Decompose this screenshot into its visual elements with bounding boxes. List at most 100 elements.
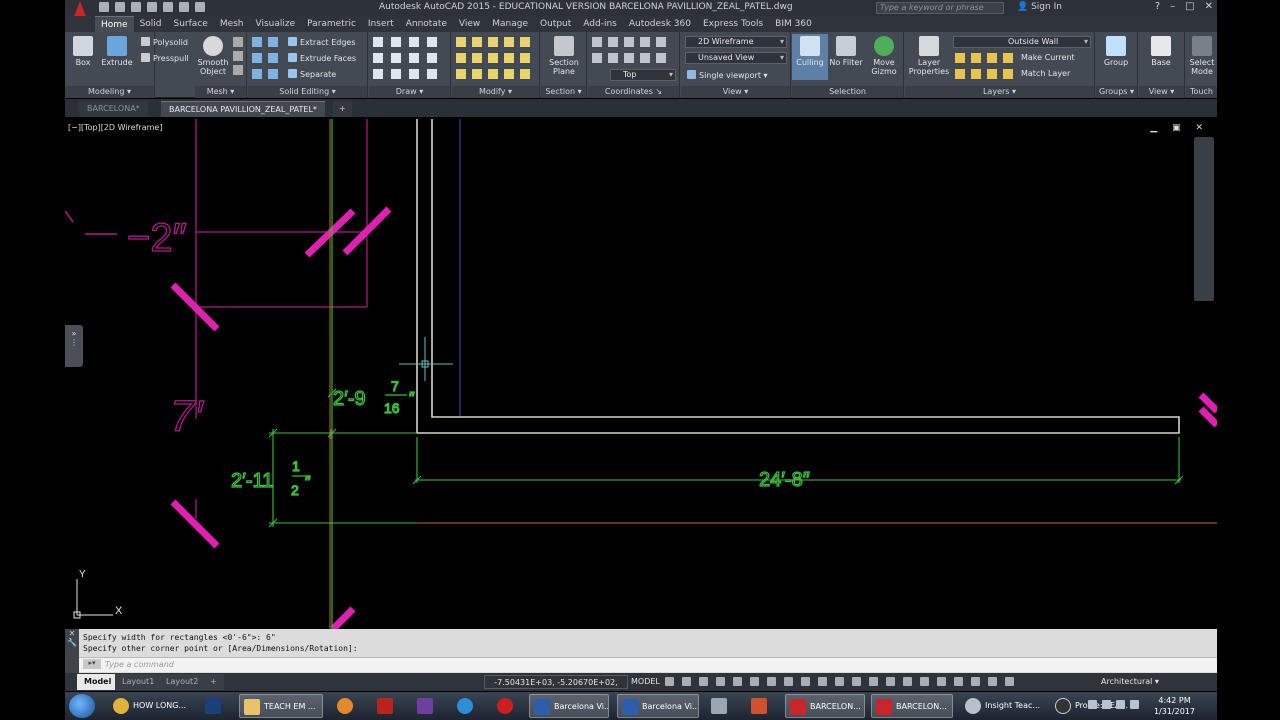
layout-tab-layout1[interactable]: Layout1 bbox=[115, 674, 162, 690]
polysolid-button[interactable]: Polysolid bbox=[141, 37, 188, 47]
redo-icon[interactable] bbox=[195, 2, 205, 12]
tab-annotate[interactable]: Annotate bbox=[400, 16, 453, 32]
section-plane-button[interactable]: Section Plane bbox=[546, 36, 582, 76]
copy-icon[interactable] bbox=[472, 37, 482, 47]
tab-solid[interactable]: Solid bbox=[134, 16, 168, 32]
offset-icon[interactable] bbox=[456, 69, 466, 79]
panel-title-groups[interactable]: Groups ▾ bbox=[1096, 86, 1137, 98]
layer-tool-icon[interactable] bbox=[987, 69, 997, 79]
taskbar-media-player[interactable] bbox=[333, 694, 359, 718]
taskbar-autocad-1[interactable]: BARCELON... bbox=[785, 694, 865, 718]
hatch-icon[interactable] bbox=[427, 53, 437, 63]
layer-properties-button[interactable]: Layer Properties bbox=[907, 36, 951, 76]
ucs-icon[interactable] bbox=[592, 53, 602, 63]
make-current-button[interactable]: Make Current bbox=[1021, 53, 1075, 62]
trim-icon[interactable] bbox=[472, 53, 482, 63]
ucs-named-dropdown[interactable]: Top bbox=[610, 69, 676, 81]
rotate-icon[interactable] bbox=[504, 37, 514, 47]
mesh-tool-icon[interactable] bbox=[233, 51, 243, 61]
fillet-icon[interactable] bbox=[456, 53, 466, 63]
taskbar-insight[interactable]: Insight Teac... bbox=[961, 694, 1045, 718]
layout-tab-add[interactable]: + bbox=[203, 674, 224, 690]
polygon-icon[interactable] bbox=[373, 69, 383, 79]
navigation-bar[interactable] bbox=[1194, 137, 1214, 301]
units-dropdown[interactable]: Architectural ▾ bbox=[1101, 675, 1159, 689]
ucs-icon[interactable] bbox=[656, 37, 666, 47]
visual-style-dropdown[interactable]: 2D Wireframe bbox=[685, 36, 787, 48]
drawing-canvas[interactable]: −2″ 7′ 2′-9 7 16 ″ 2′-11 1 2 ″ 24′-8″ Y … bbox=[65, 119, 1217, 629]
taskbar-app[interactable] bbox=[493, 694, 519, 718]
tab-mesh[interactable]: Mesh bbox=[214, 16, 250, 32]
subtract-icon[interactable] bbox=[252, 53, 262, 63]
tab-bim-360[interactable]: BIM 360 bbox=[769, 16, 818, 32]
lineweight-icon[interactable] bbox=[818, 677, 827, 686]
save-icon[interactable] bbox=[131, 2, 141, 12]
panel-title-view-base[interactable]: View ▾ bbox=[1139, 86, 1184, 98]
coordinate-readout[interactable]: -7.50431E+03, -5.20670E+02, 0'-0" bbox=[484, 675, 628, 701]
autoscale-icon[interactable] bbox=[954, 677, 963, 686]
annotation-visibility-icon[interactable] bbox=[937, 677, 946, 686]
point-icon[interactable] bbox=[409, 69, 419, 79]
move-icon[interactable] bbox=[456, 37, 466, 47]
panel-title-section[interactable]: Section ▾ bbox=[541, 86, 586, 98]
help-icon[interactable]: ? bbox=[1155, 1, 1160, 12]
minimize-icon[interactable]: – bbox=[1170, 1, 1175, 12]
tray-icon[interactable] bbox=[1116, 700, 1125, 709]
layer-tool-icon[interactable] bbox=[1003, 69, 1013, 79]
rectangle-icon[interactable] bbox=[427, 37, 437, 47]
taskbar-word-1[interactable]: Barcelona Vi... bbox=[529, 694, 609, 718]
ucs-icon[interactable] bbox=[624, 53, 634, 63]
undo-icon[interactable] bbox=[179, 2, 189, 12]
extrude-button[interactable]: Extrude bbox=[99, 36, 135, 67]
command-line-grip[interactable]: ✕ 🔧 bbox=[65, 629, 79, 673]
model-space-button[interactable]: MODEL bbox=[631, 675, 660, 689]
layer-tool-icon[interactable] bbox=[987, 53, 997, 63]
smooth-object-button[interactable]: Smooth Object bbox=[195, 36, 231, 76]
tray-icon[interactable] bbox=[1130, 700, 1139, 709]
tab-manage[interactable]: Manage bbox=[486, 16, 534, 32]
helix-icon[interactable] bbox=[427, 69, 437, 79]
grid-icon[interactable] bbox=[665, 677, 674, 686]
object-snap-tracking-icon[interactable] bbox=[784, 677, 793, 686]
panel-title-coordinates[interactable]: Coordinates ↘ bbox=[588, 86, 679, 98]
extract-edges-button[interactable]: Extract Edges bbox=[288, 37, 356, 47]
gizmo-toggle-icon[interactable] bbox=[920, 677, 929, 686]
tab-autodesk-360[interactable]: Autodesk 360 bbox=[623, 16, 697, 32]
tray-icon[interactable] bbox=[1088, 700, 1097, 709]
union-icon[interactable] bbox=[252, 37, 262, 47]
taskbar-acrobat[interactable] bbox=[373, 694, 399, 718]
break-icon[interactable] bbox=[520, 69, 530, 79]
erase-icon[interactable] bbox=[520, 53, 530, 63]
extrude-faces-button[interactable]: Extrude Faces bbox=[288, 53, 356, 63]
line-icon[interactable] bbox=[373, 37, 383, 47]
base-view-button[interactable]: Base bbox=[1143, 36, 1179, 67]
taskbar-folder[interactable]: TEACH EM ... bbox=[239, 694, 323, 718]
start-button[interactable] bbox=[69, 694, 95, 718]
saved-view-dropdown[interactable]: Unsaved View bbox=[685, 52, 787, 64]
command-prompt-icon[interactable]: ▸▾ bbox=[83, 659, 101, 669]
ortho-icon[interactable] bbox=[733, 677, 742, 686]
ucs-icon[interactable] bbox=[640, 37, 650, 47]
snap-icon[interactable] bbox=[682, 677, 691, 686]
mesh-tool-icon[interactable] bbox=[233, 65, 243, 75]
selection-cycling-icon[interactable] bbox=[852, 677, 861, 686]
slice-icon[interactable] bbox=[268, 37, 278, 47]
viewport-controls[interactable]: ▁ ▣ ✕ bbox=[1150, 123, 1209, 133]
ucs-icon[interactable] bbox=[592, 37, 602, 47]
tray-icon[interactable] bbox=[1102, 700, 1111, 709]
panel-title-draw[interactable]: Draw ▾ bbox=[369, 86, 450, 98]
open-icon[interactable] bbox=[115, 2, 125, 12]
taskbar-word-2[interactable]: Barcelona Vi... bbox=[617, 694, 699, 718]
close-icon[interactable]: ✕ bbox=[1205, 1, 1213, 12]
taskbar-powerpoint[interactable] bbox=[747, 694, 773, 718]
box-button[interactable]: Box bbox=[65, 36, 101, 67]
saveas-icon[interactable] bbox=[147, 2, 157, 12]
panel-title-mesh[interactable]: Mesh ▾ bbox=[195, 86, 246, 98]
tab-add-ins[interactable]: Add-ins bbox=[577, 16, 623, 32]
ucs-icon[interactable] bbox=[608, 53, 618, 63]
object-snap-icon[interactable] bbox=[801, 677, 810, 686]
mesh-tool-icon[interactable] bbox=[233, 37, 243, 47]
taskbar-calculator[interactable] bbox=[707, 694, 733, 718]
stretch-icon[interactable] bbox=[488, 37, 498, 47]
tab-parametric[interactable]: Parametric bbox=[301, 16, 362, 32]
